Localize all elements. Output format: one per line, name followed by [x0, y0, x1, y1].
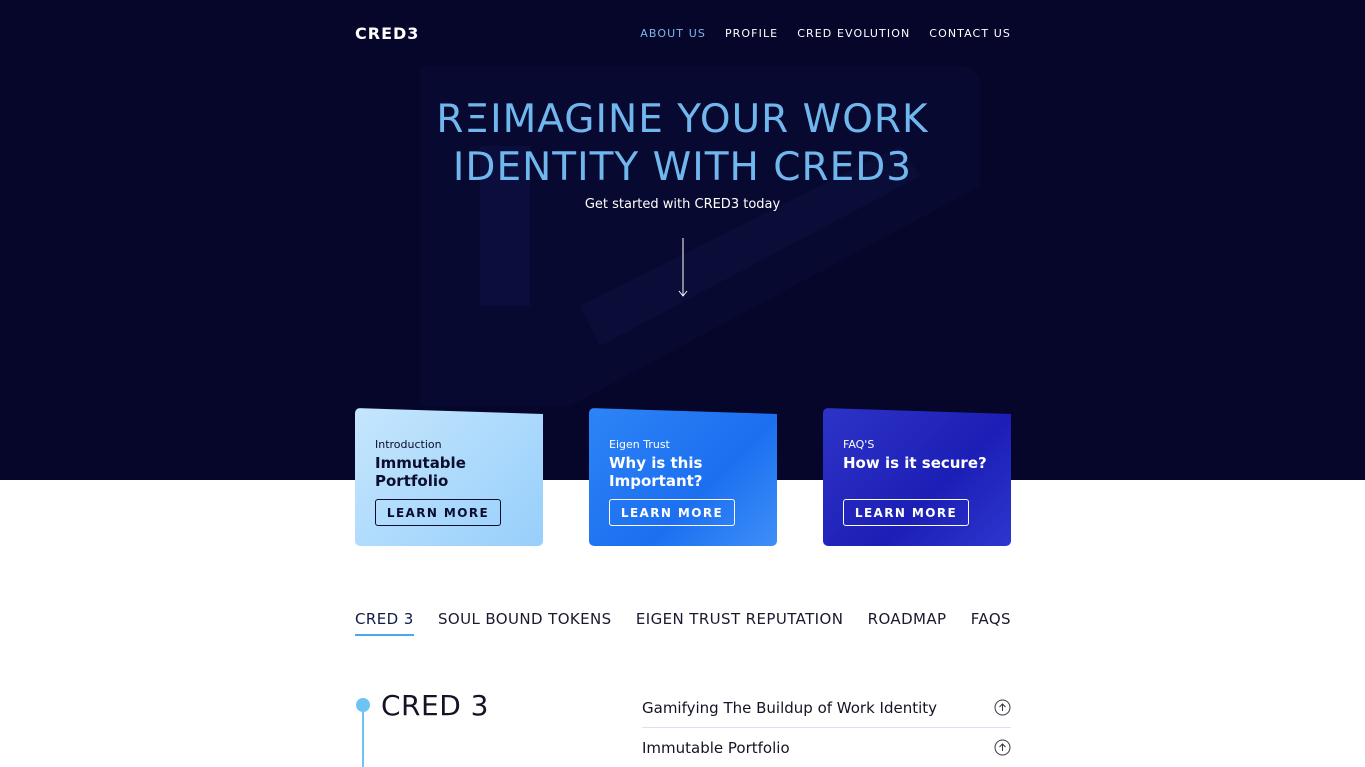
timeline-line: [362, 712, 364, 767]
card-title: How is it secure?: [843, 454, 991, 472]
arrow-up-circle-icon[interactable]: [994, 739, 1011, 756]
card-kicker: Eigen Trust: [609, 438, 670, 451]
section-tabs: CRED 3 SOUL BOUND TOKENS EIGEN TRUST REP…: [355, 610, 1011, 636]
accordion-item-label: Immutable Portfolio: [642, 738, 790, 757]
nav-link-profile[interactable]: PROFILE: [725, 27, 778, 40]
cred3-logo[interactable]: CRED3: [355, 24, 419, 43]
card-faqs: FAQ'S How is it secure? LEARN MORE: [823, 408, 1011, 546]
hero-headline: RΞIMAGINE YOUR WORK IDENTITY WITH CRED3: [0, 96, 1365, 192]
card-title-line1: Immutable: [375, 454, 466, 472]
arrow-up-circle-icon[interactable]: [994, 699, 1011, 716]
arrow-down-icon[interactable]: [677, 238, 689, 300]
card-title-line2: Important?: [609, 472, 703, 490]
card-title: Why is this Important?: [609, 454, 757, 490]
nav-links: ABOUT US PROFILE CRED EVOLUTION CONTACT …: [640, 27, 1011, 40]
top-navbar: CRED3 ABOUT US PROFILE CRED EVOLUTION CO…: [355, 18, 1011, 48]
section-title: CRED 3: [381, 689, 489, 722]
card-kicker: Introduction: [375, 438, 442, 451]
card-title-line1: How is it secure?: [843, 454, 987, 472]
tab-eigen-trust-reputation[interactable]: EIGEN TRUST REPUTATION: [636, 610, 843, 636]
card-title-line1: Why is this: [609, 454, 703, 472]
card-title-line2: Portfolio: [375, 472, 449, 490]
accordion-item-gamifying[interactable]: Gamifying The Buildup of Work Identity: [642, 688, 1011, 728]
tab-roadmap[interactable]: ROADMAP: [868, 610, 947, 636]
accordion-item-label: Gamifying The Buildup of Work Identity: [642, 698, 938, 717]
card-title: Immutable Portfolio: [375, 454, 523, 490]
tab-soul-bound-tokens[interactable]: SOUL BOUND TOKENS: [438, 610, 612, 636]
tab-faqs[interactable]: FAQS: [971, 610, 1011, 636]
card-eigen-trust: Eigen Trust Why is this Important? LEARN…: [589, 408, 777, 546]
timeline-dot: [356, 698, 370, 712]
learn-more-button[interactable]: LEARN MORE: [843, 499, 969, 526]
hero-section: CRED3 ABOUT US PROFILE CRED EVOLUTION CO…: [0, 0, 1365, 480]
hero-subline: Get started with CRED3 today: [584, 197, 781, 212]
learn-more-button[interactable]: LEARN MORE: [375, 499, 501, 526]
nav-link-contact-us[interactable]: CONTACT US: [929, 27, 1011, 40]
tab-cred-3[interactable]: CRED 3: [355, 610, 414, 636]
accordion-item-immutable-portfolio[interactable]: Immutable Portfolio: [642, 728, 1011, 767]
nav-link-cred-evolution[interactable]: CRED EVOLUTION: [797, 27, 910, 40]
card-kicker: FAQ'S: [843, 438, 875, 451]
accordion: Gamifying The Buildup of Work Identity I…: [642, 688, 1011, 767]
hero-headline-line2: IDENTITY WITH CRED3: [452, 145, 913, 190]
card-introduction: Introduction Immutable Portfolio LEARN M…: [355, 408, 543, 546]
hero-headline-line1: RΞIMAGINE YOUR WORK: [436, 97, 929, 142]
nav-link-about-us[interactable]: ABOUT US: [640, 27, 706, 40]
learn-more-button[interactable]: LEARN MORE: [609, 499, 735, 526]
